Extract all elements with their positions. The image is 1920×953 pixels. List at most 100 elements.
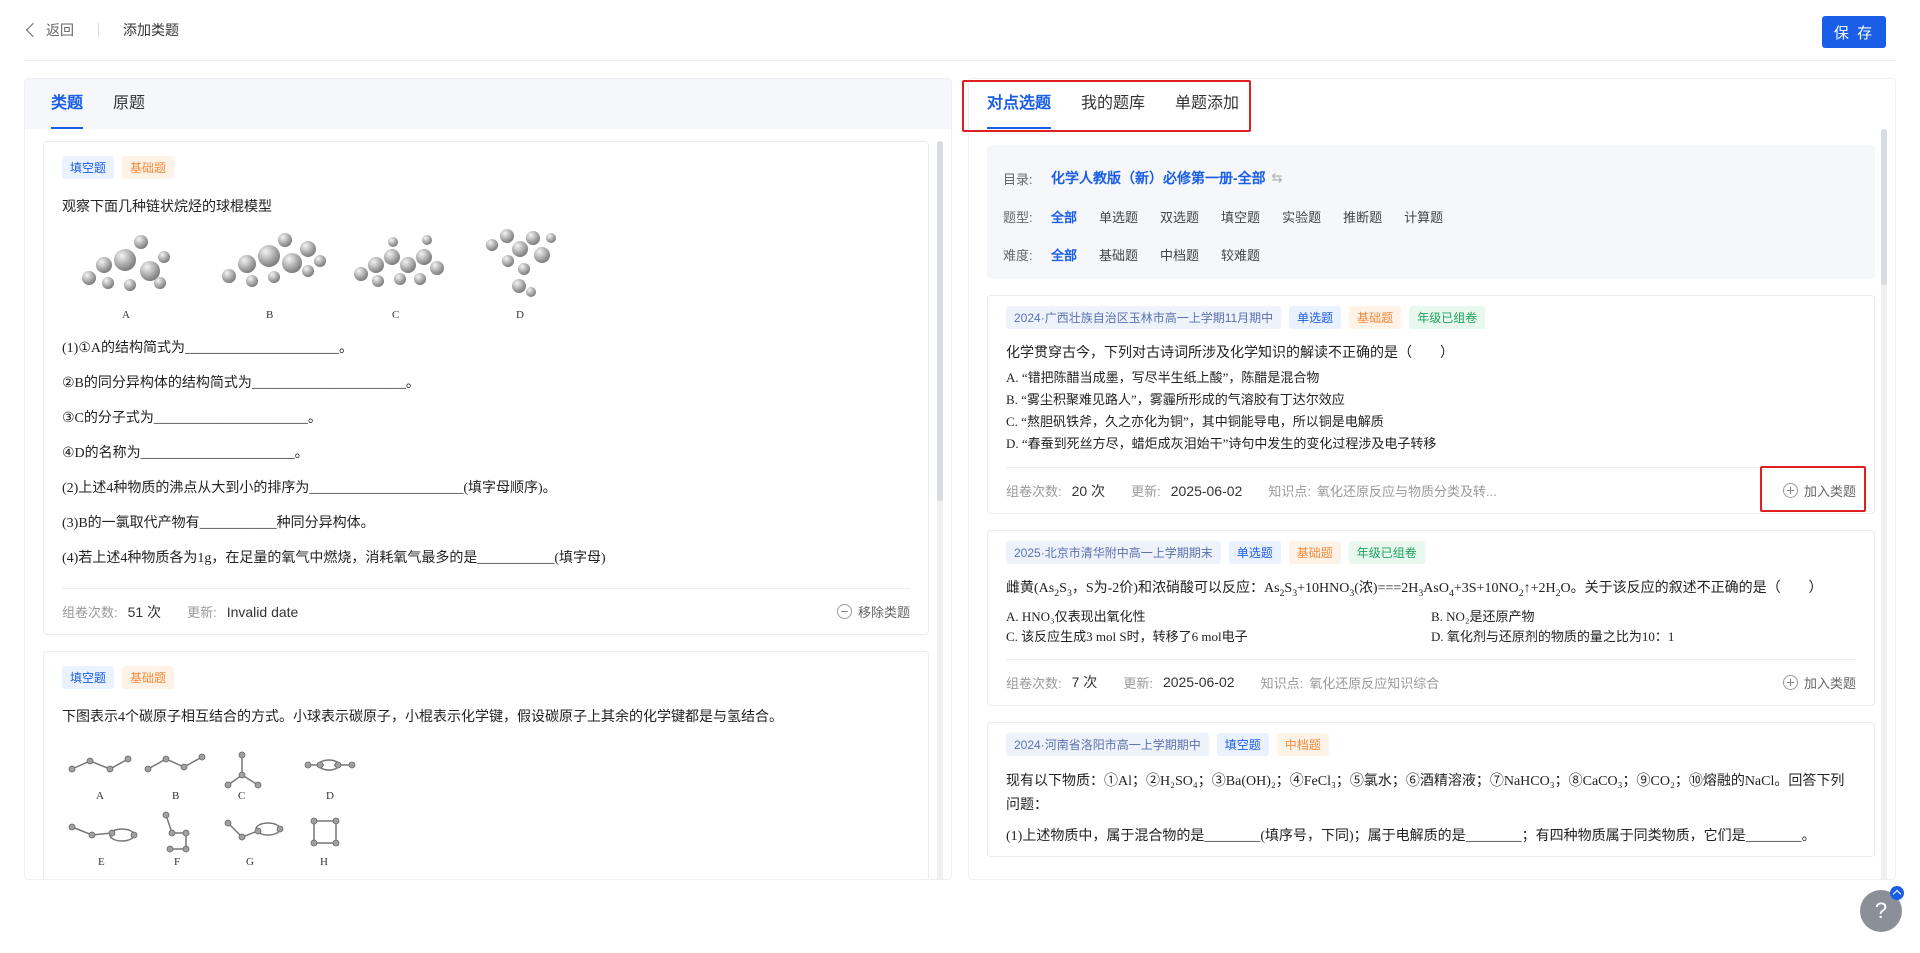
option-list: A. “错把陈醋当成墨，写尽半生纸上酸”，陈醋是混合物 B. “雾尘积聚难见路人…	[1006, 367, 1856, 455]
figure-label: C	[238, 790, 245, 802]
usage-count-value: 7 次	[1071, 674, 1098, 691]
figure-label: B	[172, 790, 179, 802]
help-icon: ?	[1874, 898, 1888, 923]
molecule-label: C	[392, 309, 400, 321]
type-option-all[interactable]: 全部	[1051, 207, 1077, 226]
add-similar-button[interactable]: 加入类题	[1782, 673, 1856, 692]
knowledge-point-label: 知识点:	[1268, 484, 1311, 499]
type-option[interactable]: 填空题	[1221, 207, 1260, 226]
figure-label: G	[246, 856, 254, 868]
plus-circle-icon	[1782, 674, 1798, 690]
knowledge-point-value: 氧化还原反应与物质分类及转...	[1316, 484, 1497, 499]
question-line: (1)上述物质中，属于混合物的是________(填序号，下同)；属于电解质的是…	[1006, 828, 1816, 844]
scrollbar-thumb[interactable]	[937, 141, 943, 501]
catalog-row: 目录: 化学人教版（新）必修第一册-全部 ⇆	[1003, 159, 1859, 197]
question-picker-panel: 对点选题 我的题库 单题添加 目录: 化学人教版（新）必修第一册-全部 ⇆ 题型…	[968, 78, 1896, 880]
chevron-left-icon	[25, 22, 41, 38]
usage-count-value: 20 次	[1071, 482, 1106, 499]
catalog-selector[interactable]: 化学人教版（新）必修第一册-全部	[1051, 168, 1266, 188]
update-value: 2025-06-02	[1162, 674, 1235, 691]
type-option[interactable]: 推断题	[1343, 207, 1382, 226]
card-footer: 组卷次数: 20 次 更新: 2025-06-02 知识点: 氧化还原反应与物质…	[1006, 467, 1856, 513]
scroll-top-icon[interactable]	[1890, 886, 1904, 900]
type-option[interactable]: 计算题	[1404, 207, 1443, 226]
usage-count-label: 组卷次数:	[62, 605, 118, 620]
difficulty-option[interactable]: 中档题	[1160, 245, 1199, 264]
tag-row: 2024·河南省洛阳市高一上学期期中 填空题 中档题	[1006, 732, 1856, 756]
question-card: 填空题 基础题 观察下面几种链状烷烃的球棍模型 A B C D (1)①A的结构…	[43, 141, 929, 635]
question-line: (1)①A的结构简式为______________________。	[62, 341, 353, 356]
option-grid: A. HNO₃仅表现出氧化性 B. NO₂是还原产物 C. 该反应生成3 mol…	[1006, 607, 1856, 647]
source-tag: 2024·河南省洛阳市高一上学期期中	[1006, 732, 1209, 756]
molecule-figure: A B C D	[62, 227, 910, 321]
type-option[interactable]: 双选题	[1160, 207, 1199, 226]
figure-label: E	[98, 856, 105, 868]
tab-original[interactable]: 原题	[113, 79, 145, 129]
tag-row: 2024·广西壮族自治区玉林市高一上学期11月期中 单选题 基础题 年级已组卷	[1006, 306, 1856, 329]
similar-questions-panel: 类题 原题 填空题 基础题 观察下面几种链状烷烃的球棍模型 A B C D (1…	[24, 78, 952, 880]
question-line: ④D的名称为______________________。	[62, 446, 309, 461]
question-stem: 现有以下物质：①Al；②H₂SO₄；③Ba(OH)₂；④FeCl₃；⑤氯水；⑥酒…	[1006, 773, 1845, 813]
carbon-skeleton-figure: A B C D E F G H	[68, 751, 356, 868]
update-label: 更新:	[1123, 675, 1153, 691]
molecule-a: A	[62, 227, 202, 321]
option-d: D. “春蚕到死丝方尽，蜡炬成灰泪始干”诗句中发生的变化过程涉及电子转移	[1006, 436, 1437, 451]
remove-similar-button[interactable]: 移除类题	[836, 602, 910, 621]
molecule-label: A	[122, 309, 130, 321]
scrollbar-thumb[interactable]	[1881, 129, 1887, 285]
tag-row: 2025·北京市清华附中高一上学期期末 单选题 基础题 年级已组卷	[1006, 541, 1856, 564]
help-button[interactable]: ?	[1860, 886, 1904, 932]
candidate-question-list[interactable]: 2024·广西壮族自治区玉林市高一上学期11月期中 单选题 基础题 年级已组卷 …	[987, 295, 1875, 879]
status-badge: 年级已组卷	[1348, 541, 1425, 564]
knowledge-point-value: 氧化还原反应知识综合	[1309, 675, 1440, 691]
update-value: 2025-06-02	[1170, 482, 1243, 499]
remove-label: 移除类题	[857, 605, 910, 620]
card-footer: 组卷次数: 7 次 更新: 2025-06-02 知识点: 氧化还原反应知识综合…	[1006, 658, 1856, 705]
candidate-card: 2024·广西壮族自治区玉林市高一上学期11月期中 单选题 基础题 年级已组卷 …	[987, 295, 1875, 514]
filter-box: 目录: 化学人教版（新）必修第一册-全部 ⇆ 题型: 全部 单选题 双选题 填空…	[987, 145, 1875, 279]
tag-row: 填空题 基础题	[62, 666, 910, 689]
usage-count-value: 51 次	[127, 603, 162, 620]
difficulty-tag: 基础题	[1349, 306, 1402, 329]
question-line: (2)上述4种物质的沸点从大到小的排序为____________________…	[62, 481, 557, 496]
right-scrollbar[interactable]	[1881, 129, 1887, 879]
left-scrollbar[interactable]	[937, 141, 943, 879]
save-button[interactable]: 保 存	[1822, 16, 1886, 48]
question-line: ③C的分子式为______________________。	[62, 411, 322, 426]
difficulty-tag: 中档题	[1276, 732, 1329, 756]
molecule-label: D	[516, 309, 524, 321]
difficulty-option[interactable]: 基础题	[1099, 245, 1138, 264]
status-badge: 年级已组卷	[1409, 306, 1486, 329]
update-label: 更新:	[1131, 484, 1161, 499]
question-line: (4)若上述4种物质各为1g，在足量的氧气中燃烧，消耗氧气最多的是_______…	[62, 551, 606, 566]
difficulty-label: 难度:	[1003, 247, 1033, 263]
tab-similar[interactable]: 类题	[51, 79, 84, 129]
difficulty-option-all[interactable]: 全部	[1051, 245, 1077, 264]
molecule-b: B	[202, 227, 342, 321]
back-button[interactable]: 返回	[24, 20, 74, 40]
option-a: A. “错把陈醋当成墨，写尽半生纸上酸”，陈醋是混合物	[1006, 370, 1320, 385]
back-label: 返回	[46, 22, 74, 38]
similar-question-list[interactable]: 填空题 基础题 观察下面几种链状烷烃的球棍模型 A B C D (1)①A的结构…	[43, 141, 929, 879]
swap-icon[interactable]: ⇆	[1272, 170, 1283, 186]
difficulty-tag: 基础题	[122, 666, 175, 689]
card-footer: 组卷次数: 51 次 更新: Invalid date 移除类题	[62, 588, 910, 634]
tag-row: 填空题 基础题	[62, 156, 910, 179]
option-a: A. HNO₃仅表现出氧化性	[1006, 608, 1146, 624]
source-tag: 2025·北京市清华附中高一上学期期末	[1006, 541, 1221, 564]
source-tag: 2024·广西壮族自治区玉林市高一上学期11月期中	[1006, 306, 1282, 329]
type-option[interactable]: 单选题	[1099, 207, 1138, 226]
top-bar: 返回 添加类题	[24, 0, 1896, 61]
figure-label: D	[326, 790, 334, 802]
type-tag: 单选题	[1228, 541, 1281, 564]
molecule-d: D	[472, 227, 582, 321]
page-title: 添加类题	[123, 22, 179, 38]
type-option[interactable]: 实验题	[1282, 207, 1321, 226]
figure-label: F	[174, 856, 180, 868]
molecule-label: B	[266, 309, 274, 321]
question-card: 填空题 基础题 下图表示4个碳原子相互结合的方式。小球表示碳原子，小棍表示化学键…	[43, 651, 929, 879]
difficulty-tag: 基础题	[1288, 541, 1341, 564]
question-stem: 化学贯穿古今，下列对古诗词所涉及化学知识的解读不正确的是（ ）	[1006, 346, 1454, 361]
candidate-card: 2024·河南省洛阳市高一上学期期中 填空题 中档题 现有以下物质：①Al；②H…	[987, 721, 1875, 857]
difficulty-option[interactable]: 较难题	[1221, 245, 1260, 264]
